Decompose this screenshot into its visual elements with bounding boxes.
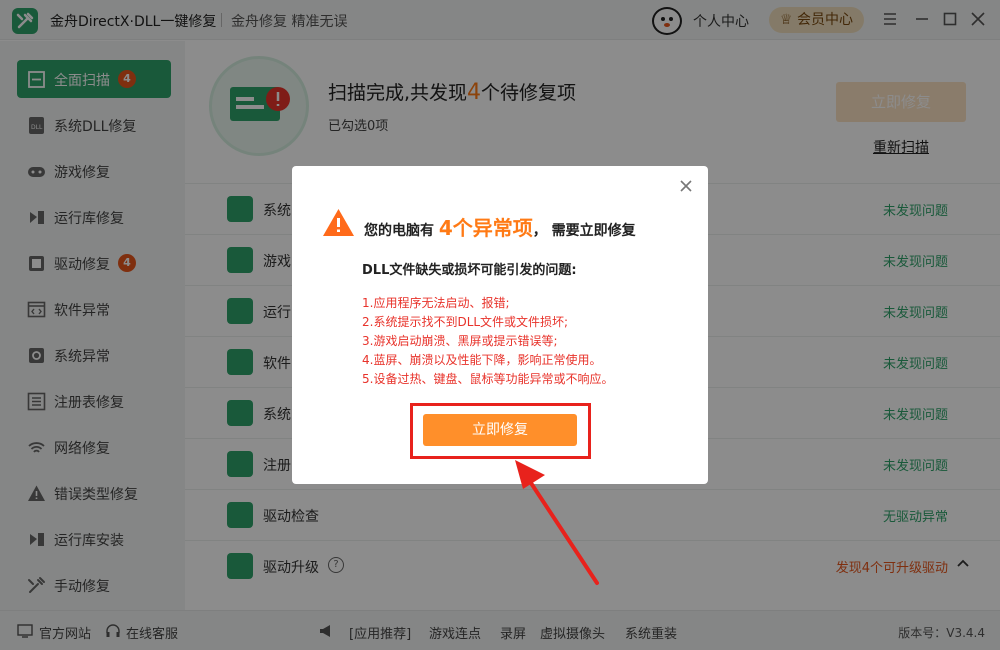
issue-item: 3.游戏启动崩溃、黑屏或提示错误等; — [362, 334, 558, 348]
issue-alert-dialog: 您的电脑有 4个异常项， 需要立即修复 DLL文件缺失或损坏可能引发的问题: 1… — [292, 166, 708, 484]
issue-item: 1.应用程序无法启动、报错; — [362, 296, 510, 310]
dialog-title-prefix: 您的电脑有 — [364, 223, 434, 239]
pointer-arrow-icon — [515, 460, 599, 585]
warning-icon — [323, 209, 354, 236]
issue-item: 2.系统提示找不到DLL文件或文件损坏; — [362, 315, 569, 329]
dialog-fix-now-button[interactable]: 立即修复 — [423, 414, 577, 446]
dialog-subtitle: DLL文件缺失或损坏可能引发的问题: — [362, 263, 577, 278]
dialog-title: 您的电脑有 4个异常项， 需要立即修复 — [364, 212, 636, 241]
issue-item: 4.蓝屏、崩溃以及性能下降，影响正常使用。 — [362, 353, 602, 367]
issue-item: 5.设备过热、键盘、鼠标等功能异常或不响应。 — [362, 372, 614, 386]
dialog-title-suffix: ， 需要立即修复 — [532, 223, 636, 239]
close-icon[interactable] — [678, 178, 694, 194]
abnormal-count: 4个异常项 — [438, 216, 533, 240]
